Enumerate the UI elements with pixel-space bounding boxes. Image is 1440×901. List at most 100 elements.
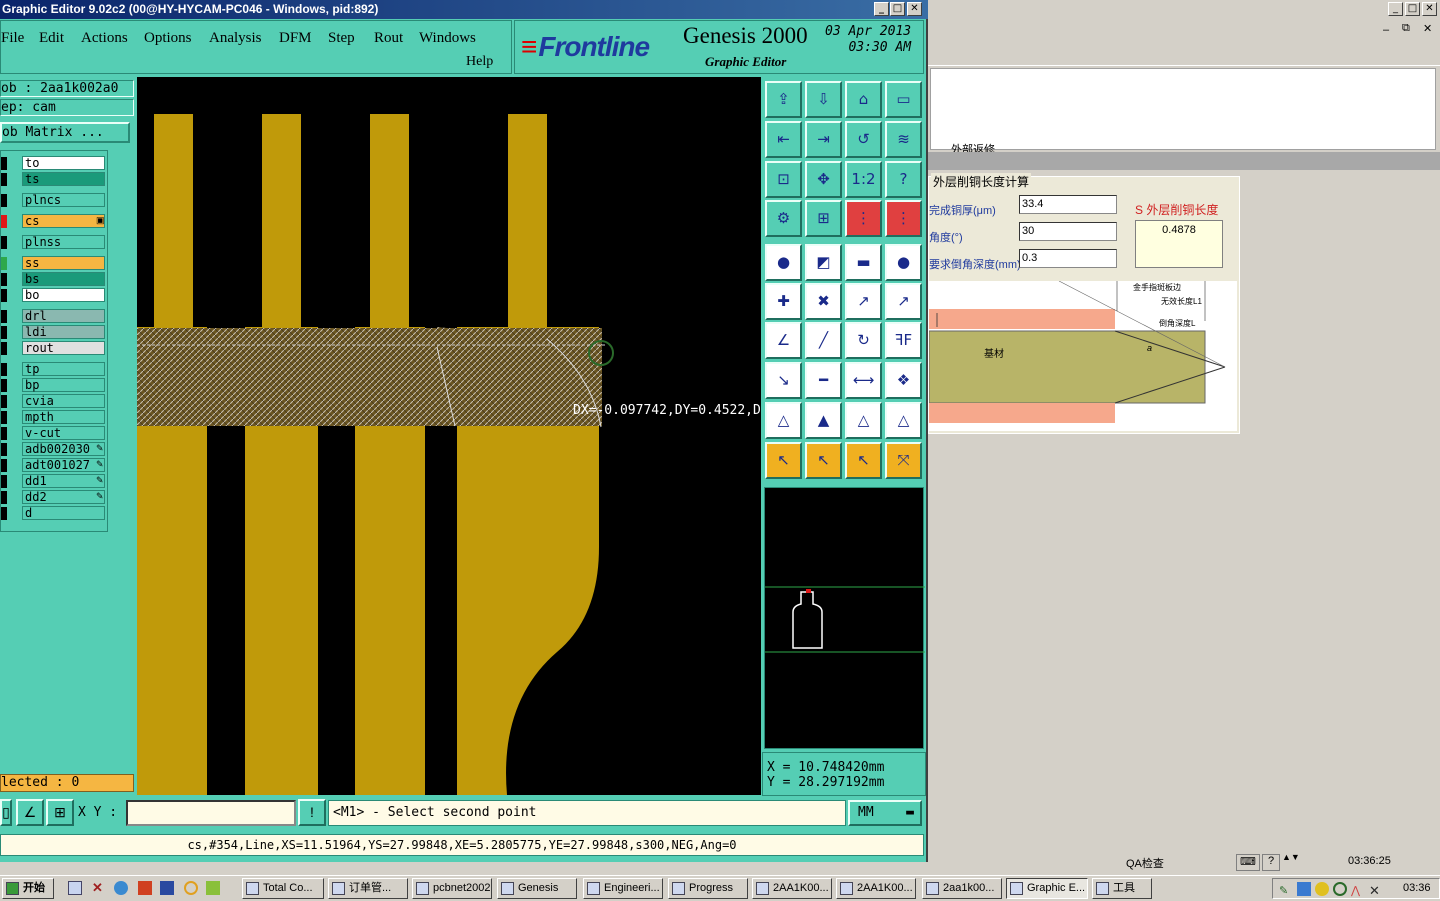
tray-sun-icon[interactable] [1315,882,1329,896]
layer-name[interactable]: dd1 [22,474,105,488]
bg-mdi-close[interactable]: ✕ [1423,22,1432,35]
cmd-button-left[interactable]: ▯ [0,799,12,826]
layer-name[interactable]: rout [22,341,105,355]
layer-row-v-cut[interactable]: v-cut [1,426,105,440]
spin-arrows-icon[interactable]: ▲▼ [1282,852,1300,862]
layer-color-swatch[interactable] [1,379,7,392]
tray-x-icon[interactable]: ✕ [1369,881,1383,898]
layer-color-swatch[interactable] [1,173,7,186]
overview-map[interactable] [764,487,925,749]
layer-color-swatch[interactable] [1,427,7,440]
bg-minimize-button[interactable]: _ [1388,2,1403,16]
close-job-icon[interactable]: ⇩ [805,81,842,118]
menu-windows[interactable]: Windows [419,30,476,47]
taskbar-item[interactable]: 订单管... [328,878,408,899]
minimize-button[interactable]: _ [874,2,889,16]
pointer4-icon[interactable]: ⤧ [885,442,922,479]
layer-name[interactable]: ts [22,172,105,186]
taskbar-item[interactable]: Total Co... [242,878,324,899]
layer-name[interactable]: dd2 [22,490,105,504]
redraw-icon[interactable]: ≋ [885,121,922,158]
quicklaunch-clock-icon[interactable] [184,881,198,895]
start-button[interactable]: 开始 [2,878,54,899]
layer-name[interactable]: bp [22,378,105,392]
zoom-center-icon[interactable]: ✥ [805,161,842,198]
pointer-icon[interactable]: ↖ [765,442,802,479]
select-area-icon[interactable]: ◩ [805,244,842,281]
alert-icon[interactable]: ! [298,799,326,826]
layer-row-cs[interactable]: cs ▣ [1,214,105,228]
layer-color-swatch[interactable] [1,310,7,323]
layer-row-cvia[interactable]: cvia [1,394,105,408]
layer-red2-icon[interactable]: ⋮ [885,200,922,237]
layer-color-swatch[interactable] [1,236,7,249]
layer-name[interactable]: bo [22,288,105,302]
triangle4-icon[interactable]: △ [885,402,922,439]
settings-icon[interactable]: ⚙ [765,200,802,237]
angle-input[interactable]: 30 [1019,222,1117,241]
snap-angle-icon[interactable]: ∠ [16,799,44,826]
layer-name[interactable]: mpth [22,410,105,424]
close-button[interactable]: ✕ [907,2,922,16]
layer-color-swatch[interactable] [1,491,7,504]
menu-actions[interactable]: Actions [81,30,128,47]
circle-pad-icon[interactable]: ● [885,244,922,281]
menu-rout[interactable]: Rout [374,30,403,47]
layer-name[interactable]: to [22,156,105,170]
layer-row-adb002030[interactable]: adb002030 ✎ [1,442,105,456]
help-icon[interactable]: ? [1262,854,1280,871]
undo-zoom-icon[interactable]: ↺ [845,121,882,158]
layer-color-swatch[interactable] [1,411,7,424]
minus-icon[interactable]: ━ [805,362,842,399]
layer-row-dd1[interactable]: dd1 ✎ [1,474,105,488]
graphic-canvas[interactable]: DX=-0.097742,DY=0.4522,D=0.4630675 [137,77,761,795]
line-icon[interactable]: ╱ [805,322,842,359]
layer-color-swatch[interactable] [1,326,7,339]
grid-icon[interactable]: ⊞ [46,799,74,826]
layer-row-ss[interactable]: ss [1,256,105,270]
taskbar-item[interactable]: Graphic E... [1006,878,1088,899]
layer-name[interactable]: d [22,506,105,520]
layer-color-swatch[interactable] [1,257,7,270]
layer-name[interactable]: drl [22,309,105,323]
layer-color-swatch[interactable] [1,395,7,408]
layer-color-swatch[interactable] [1,289,7,302]
layer-name[interactable]: cvia [22,394,105,408]
taskbar-item[interactable]: 2AA1K00... [752,878,832,899]
triangle3-icon[interactable]: △ [845,402,882,439]
connect-icon[interactable]: ✚ [765,283,802,320]
tray-delta-icon[interactable]: ⋀ [1351,882,1365,897]
triangle-icon[interactable]: △ [765,402,802,439]
layer-name[interactable]: adb002030 [22,442,105,456]
maximize-button[interactable]: □ [890,2,905,16]
angle-icon[interactable]: ∠ [765,322,802,359]
layer-row-to[interactable]: to [1,156,105,170]
thickness-input[interactable]: 33.4 [1019,195,1117,214]
window-icon[interactable]: ▭ [885,81,922,118]
layer-color-swatch[interactable] [1,475,7,488]
ruler-icon[interactable]: ▬ [845,244,882,281]
layer-row-d[interactable]: d [1,506,105,520]
copy-icon[interactable]: ↗ [885,283,922,320]
layer-row-plncs[interactable]: plncs [1,193,105,207]
quicklaunch-tool-icon[interactable] [206,881,220,895]
layer-row-drl[interactable]: drl [1,309,105,323]
step-left-icon[interactable]: ⇤ [765,121,802,158]
quicklaunch-save-icon[interactable] [160,881,174,895]
layer-row-bp[interactable]: bp [1,378,105,392]
taskbar-item[interactable]: Engineeri... [583,878,663,899]
menu-edit[interactable]: Edit [39,30,64,47]
taskbar-item[interactable]: Genesis [497,878,577,899]
layer-name[interactable]: ss [22,256,105,270]
layer-name[interactable]: v-cut [22,426,105,440]
menu-dfm[interactable]: DFM [279,30,312,47]
layer-color-swatch[interactable] [1,363,7,376]
layer-row-ldi[interactable]: ldi [1,325,105,339]
layer-row-bo[interactable]: bo [1,288,105,302]
taskbar-item[interactable]: 工具 [1092,878,1152,899]
cross-icon[interactable]: ✖ [805,283,842,320]
layer-color-swatch[interactable] [1,273,7,286]
layer-row-dd2[interactable]: dd2 ✎ [1,490,105,504]
measure-icon[interactable]: ⟷ [845,362,882,399]
open-job-icon[interactable]: ⇪ [765,81,802,118]
